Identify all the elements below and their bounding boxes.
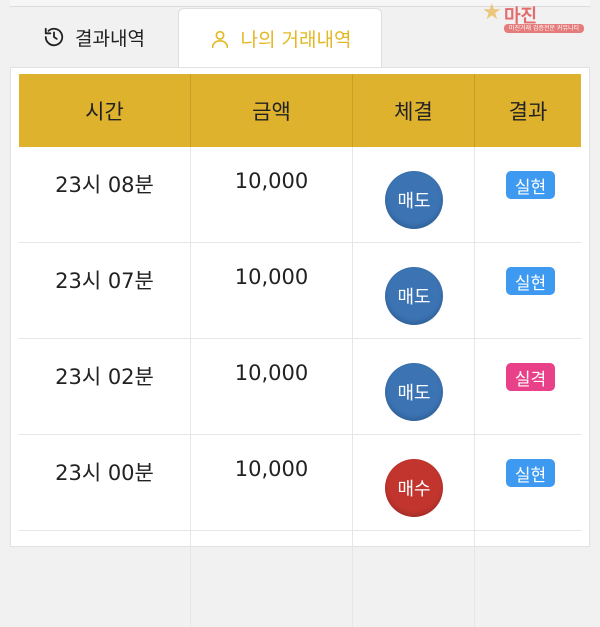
table-row (19, 531, 581, 627)
column-header-time: 시간 (19, 74, 191, 147)
column-header-trade: 체결 (353, 74, 475, 147)
trade-cell: 매수 (353, 435, 475, 530)
amount-cell: 10,000 (191, 243, 353, 338)
column-header-result: 결과 (508, 99, 548, 124)
amount-cell: 10,000 (191, 435, 353, 530)
table-row: 23시 08분 10,000 매도 실현 (19, 147, 581, 243)
amount-text: 10,000 (234, 169, 309, 193)
trade-type-badge: 매도 (385, 363, 443, 421)
history-icon (44, 27, 64, 47)
table-row: 23시 00분 10,000 매수 실현 (19, 435, 581, 531)
tab-results-label: 결과내역 (75, 27, 145, 50)
result-cell: 실현 (475, 147, 581, 242)
trade-cell: 매도 (353, 243, 475, 338)
amount-text: 10,000 (234, 361, 309, 385)
time-cell: 23시 07분 (19, 243, 191, 338)
table-row: 23시 07분 10,000 매도 실현 (19, 243, 581, 339)
result-badge: 실현 (506, 459, 555, 487)
amount-cell (191, 531, 353, 627)
result-cell: 실격 (475, 339, 581, 434)
trade-cell: 매도 (353, 147, 475, 242)
time-text: 23시 02분 (55, 365, 154, 389)
amount-cell: 10,000 (191, 339, 353, 434)
tab-my-trades-label: 나의 거래내역 (240, 29, 352, 51)
time-cell: 23시 02분 (19, 339, 191, 434)
time-text: 23시 07분 (55, 269, 154, 293)
tab-bar: 결과내역 나의 거래내역 (10, 8, 590, 68)
table-row: 23시 02분 10,000 매도 실격 (19, 339, 581, 435)
time-text: 23시 00분 (55, 461, 154, 485)
trade-type-badge: 매도 (385, 171, 443, 229)
time-cell: 23시 08분 (19, 147, 191, 242)
user-icon (211, 30, 228, 48)
table-header: 시간 금액 체결 결과 (19, 74, 581, 147)
trade-history-table: 시간 금액 체결 결과 23시 08분 10,000 매도 실현 23시 07분… (10, 67, 590, 627)
amount-cell: 10,000 (191, 147, 353, 242)
trade-cell (353, 531, 475, 627)
result-cell (475, 531, 581, 627)
result-cell: 실현 (475, 243, 581, 338)
result-badge: 실현 (506, 171, 555, 199)
column-header-amount: 금액 (191, 74, 353, 147)
result-cell: 실현 (475, 435, 581, 530)
amount-text: 10,000 (234, 457, 309, 481)
trade-type-badge: 매도 (385, 267, 443, 325)
time-cell: 23시 00분 (19, 435, 191, 530)
trade-type-badge: 매수 (385, 459, 443, 517)
tab-results[interactable]: 결과내역 (10, 8, 178, 66)
amount-text: 10,000 (234, 265, 309, 289)
trade-cell: 매도 (353, 339, 475, 434)
result-badge: 실현 (506, 267, 555, 295)
result-badge: 실격 (506, 363, 555, 391)
time-text: 23시 08분 (55, 173, 154, 197)
tab-my-trades[interactable]: 나의 거래내역 (178, 8, 382, 68)
time-cell (19, 531, 191, 627)
